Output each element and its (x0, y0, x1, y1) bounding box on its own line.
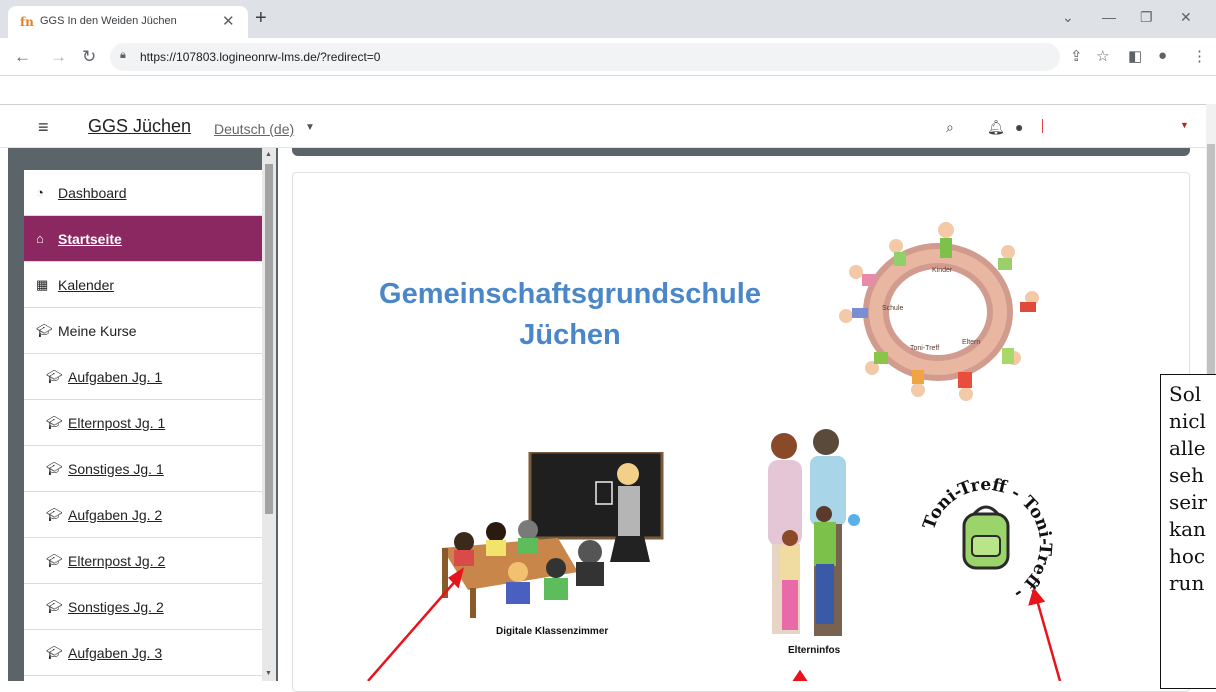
minimize-icon[interactable]: — (1102, 9, 1116, 25)
note-line: alle (1169, 436, 1206, 460)
logo-word: Schule (882, 305, 904, 312)
toni-treff-logo[interactable]: Toni-Treff - Toni-Treff - (916, 474, 1056, 614)
window-close-icon[interactable]: ✕ (1180, 9, 1192, 26)
graduation-cap-icon: 🎓︎ (46, 644, 63, 660)
sidebar-item-label: Aufgaben Jg. 1 (68, 368, 163, 385)
note-line: kan (1169, 517, 1206, 541)
logo-word: Toni-Treff (910, 345, 939, 352)
note-line: hoc (1169, 544, 1206, 568)
sidebar-item-course[interactable]: 🎓︎ Aufgaben Jg. 1 (24, 354, 262, 400)
sidebar-item-label: Sonstiges Jg. 1 (68, 460, 164, 477)
page-title-line: Gemeinschaftsgrundschule (379, 278, 761, 310)
back-icon[interactable]: ← (14, 47, 31, 67)
graduation-cap-icon: 🎓︎ (46, 414, 63, 430)
sidebar-item-meine-kurse[interactable]: 🎓︎ Meine Kurse (24, 308, 262, 354)
graduation-cap-icon: 🎓︎ (46, 552, 63, 568)
lock-icon: 🔒︎ (120, 49, 126, 61)
classroom-illustration[interactable] (438, 452, 664, 622)
sidebar-item-kalender[interactable]: ▦ Kalender (24, 262, 262, 308)
note-line: seh (1169, 463, 1204, 487)
menu-toggle-icon[interactable]: ≡ (38, 117, 49, 138)
profile-icon[interactable]: ● (1158, 47, 1167, 64)
sidebar-item-startseite[interactable]: ⌂ Startseite (24, 216, 262, 262)
sidebar-nav: ◔ Dashboard ⌂ Startseite ▦ Kalender 🎓︎ M… (24, 170, 262, 681)
browser-tab-strip: fn GGS In den Weiden Jüchen ✕ + ⌄ — ❐ ✕ (0, 0, 1216, 38)
user-menu-caret-icon[interactable]: ▼ (1180, 120, 1189, 130)
tab-title: GGS In den Weiden Jüchen (40, 15, 177, 27)
sidebar-item-label: Elternpost Jg. 1 (68, 414, 166, 431)
scroll-up-icon[interactable]: ▲ (265, 151, 272, 158)
sidebar-item-label: Aufgaben Jg. 2 (68, 506, 163, 523)
sidebar-scrollbar[interactable]: ▲ ▼ (262, 148, 276, 681)
page-title-line: Jüchen (519, 319, 621, 351)
tile-caption[interactable]: Digitale Klassenzimmer (496, 626, 608, 637)
note-line: seir (1169, 490, 1208, 514)
page-title: Gemeinschaftsgrundschule Jüchen (300, 274, 840, 356)
logo-word: Kinder (932, 267, 953, 274)
note-line: run (1169, 571, 1205, 595)
sidebar-item-course[interactable]: 🎓︎ Sonstiges Jg. 1 (24, 446, 262, 492)
sidebar-item-course[interactable]: 🎓︎ Elternpost Jg. 1 (24, 400, 262, 446)
browser-tab[interactable]: fn GGS In den Weiden Jüchen ✕ (8, 6, 248, 38)
home-icon: ⌂ (36, 231, 44, 246)
sidebar-item-label: Elternpost Jg. 2 (68, 552, 166, 569)
parents-illustration[interactable] (756, 428, 868, 642)
graduation-cap-icon: 🎓︎ (46, 368, 63, 384)
site-name-link[interactable]: GGS Jüchen (88, 116, 191, 137)
graduation-cap-icon: 🎓︎ (36, 322, 53, 338)
tab-search-icon[interactable]: ⌄ (1062, 9, 1074, 26)
graduation-cap-icon: 🎓︎ (46, 460, 63, 476)
annotation-note: Sol nicl alle seh seir kan hoc run (1160, 374, 1216, 689)
side-panel-icon[interactable]: ◧ (1128, 47, 1142, 65)
reload-icon[interactable]: ↻ (82, 47, 96, 67)
logo-word: Eltern (962, 339, 980, 346)
sidebar-item-label: Dashboard (58, 184, 127, 201)
forward-icon[interactable]: → (50, 47, 67, 67)
browser-menu-icon[interactable]: ⋮ (1192, 47, 1207, 65)
address-bar[interactable]: 🔒︎ https://107803.logineonrw-lms.de/?red… (110, 43, 1060, 71)
school-logo: Kinder Schule Toni-Treff Eltern (839, 222, 1039, 401)
sidebar-item-label: Sonstiges Jg. 2 (68, 598, 164, 615)
favicon-icon: fn (20, 15, 34, 29)
sidebar-item-dashboard[interactable]: ◔ Dashboard (24, 170, 262, 216)
new-tab-button[interactable]: + (255, 7, 267, 30)
graduation-cap-icon: 🎓︎ (46, 598, 63, 614)
url-text: https://107803.logineonrw-lms.de/?redire… (140, 50, 381, 64)
sidebar-item-course[interactable]: 🎓︎ Elternpost Jg. 2 (24, 538, 262, 584)
tile-caption[interactable]: Elterninfos (788, 645, 840, 656)
language-selector[interactable]: Deutsch (de) (214, 121, 294, 137)
sidebar-item-label: Kalender (58, 276, 115, 293)
content-header-bar (292, 148, 1190, 156)
page-scrollbar-thumb[interactable] (1207, 144, 1215, 384)
dashboard-icon: ◔ (36, 185, 44, 200)
divider (1042, 119, 1043, 133)
sidebar-item-label: Startseite (58, 230, 122, 247)
sidebar-item-label: Aufgaben Jg. 3 (68, 644, 163, 661)
sidebar-item-course[interactable]: 🎓︎ Aufgaben Jg. 2 (24, 492, 262, 538)
calendar-icon: ▦ (36, 276, 49, 292)
restore-icon[interactable]: ❐ (1140, 9, 1153, 26)
note-line: nicl (1169, 409, 1206, 433)
browser-toolbar: ← → ↻ 🔒︎ https://107803.logineonrw-lms.d… (0, 38, 1216, 76)
note-line: Sol (1169, 382, 1202, 406)
tab-close-icon[interactable]: ✕ (222, 12, 235, 30)
sidebar-item-course[interactable]: 🎓︎ Aufgaben Jg. 3 (24, 630, 262, 676)
chevron-down-icon[interactable]: ▼ (305, 122, 315, 133)
notification-bell-icon[interactable]: 🔔︎ (987, 119, 1005, 136)
sidebar-scrollbar-thumb[interactable] (265, 164, 273, 514)
sidebar-item-label: Meine Kurse (58, 322, 137, 339)
share-icon[interactable]: ⇪ (1070, 47, 1083, 65)
bookmark-star-icon[interactable]: ☆ (1096, 47, 1109, 65)
messages-icon[interactable]: ● (1015, 119, 1023, 135)
content-card (292, 172, 1190, 692)
search-icon[interactable]: ⌕ (946, 119, 954, 136)
scroll-down-icon[interactable]: ▼ (265, 670, 272, 677)
sidebar-item-course[interactable]: 🎓︎ Sonstiges Jg. 2 (24, 584, 262, 630)
graduation-cap-icon: 🎓︎ (46, 506, 63, 522)
